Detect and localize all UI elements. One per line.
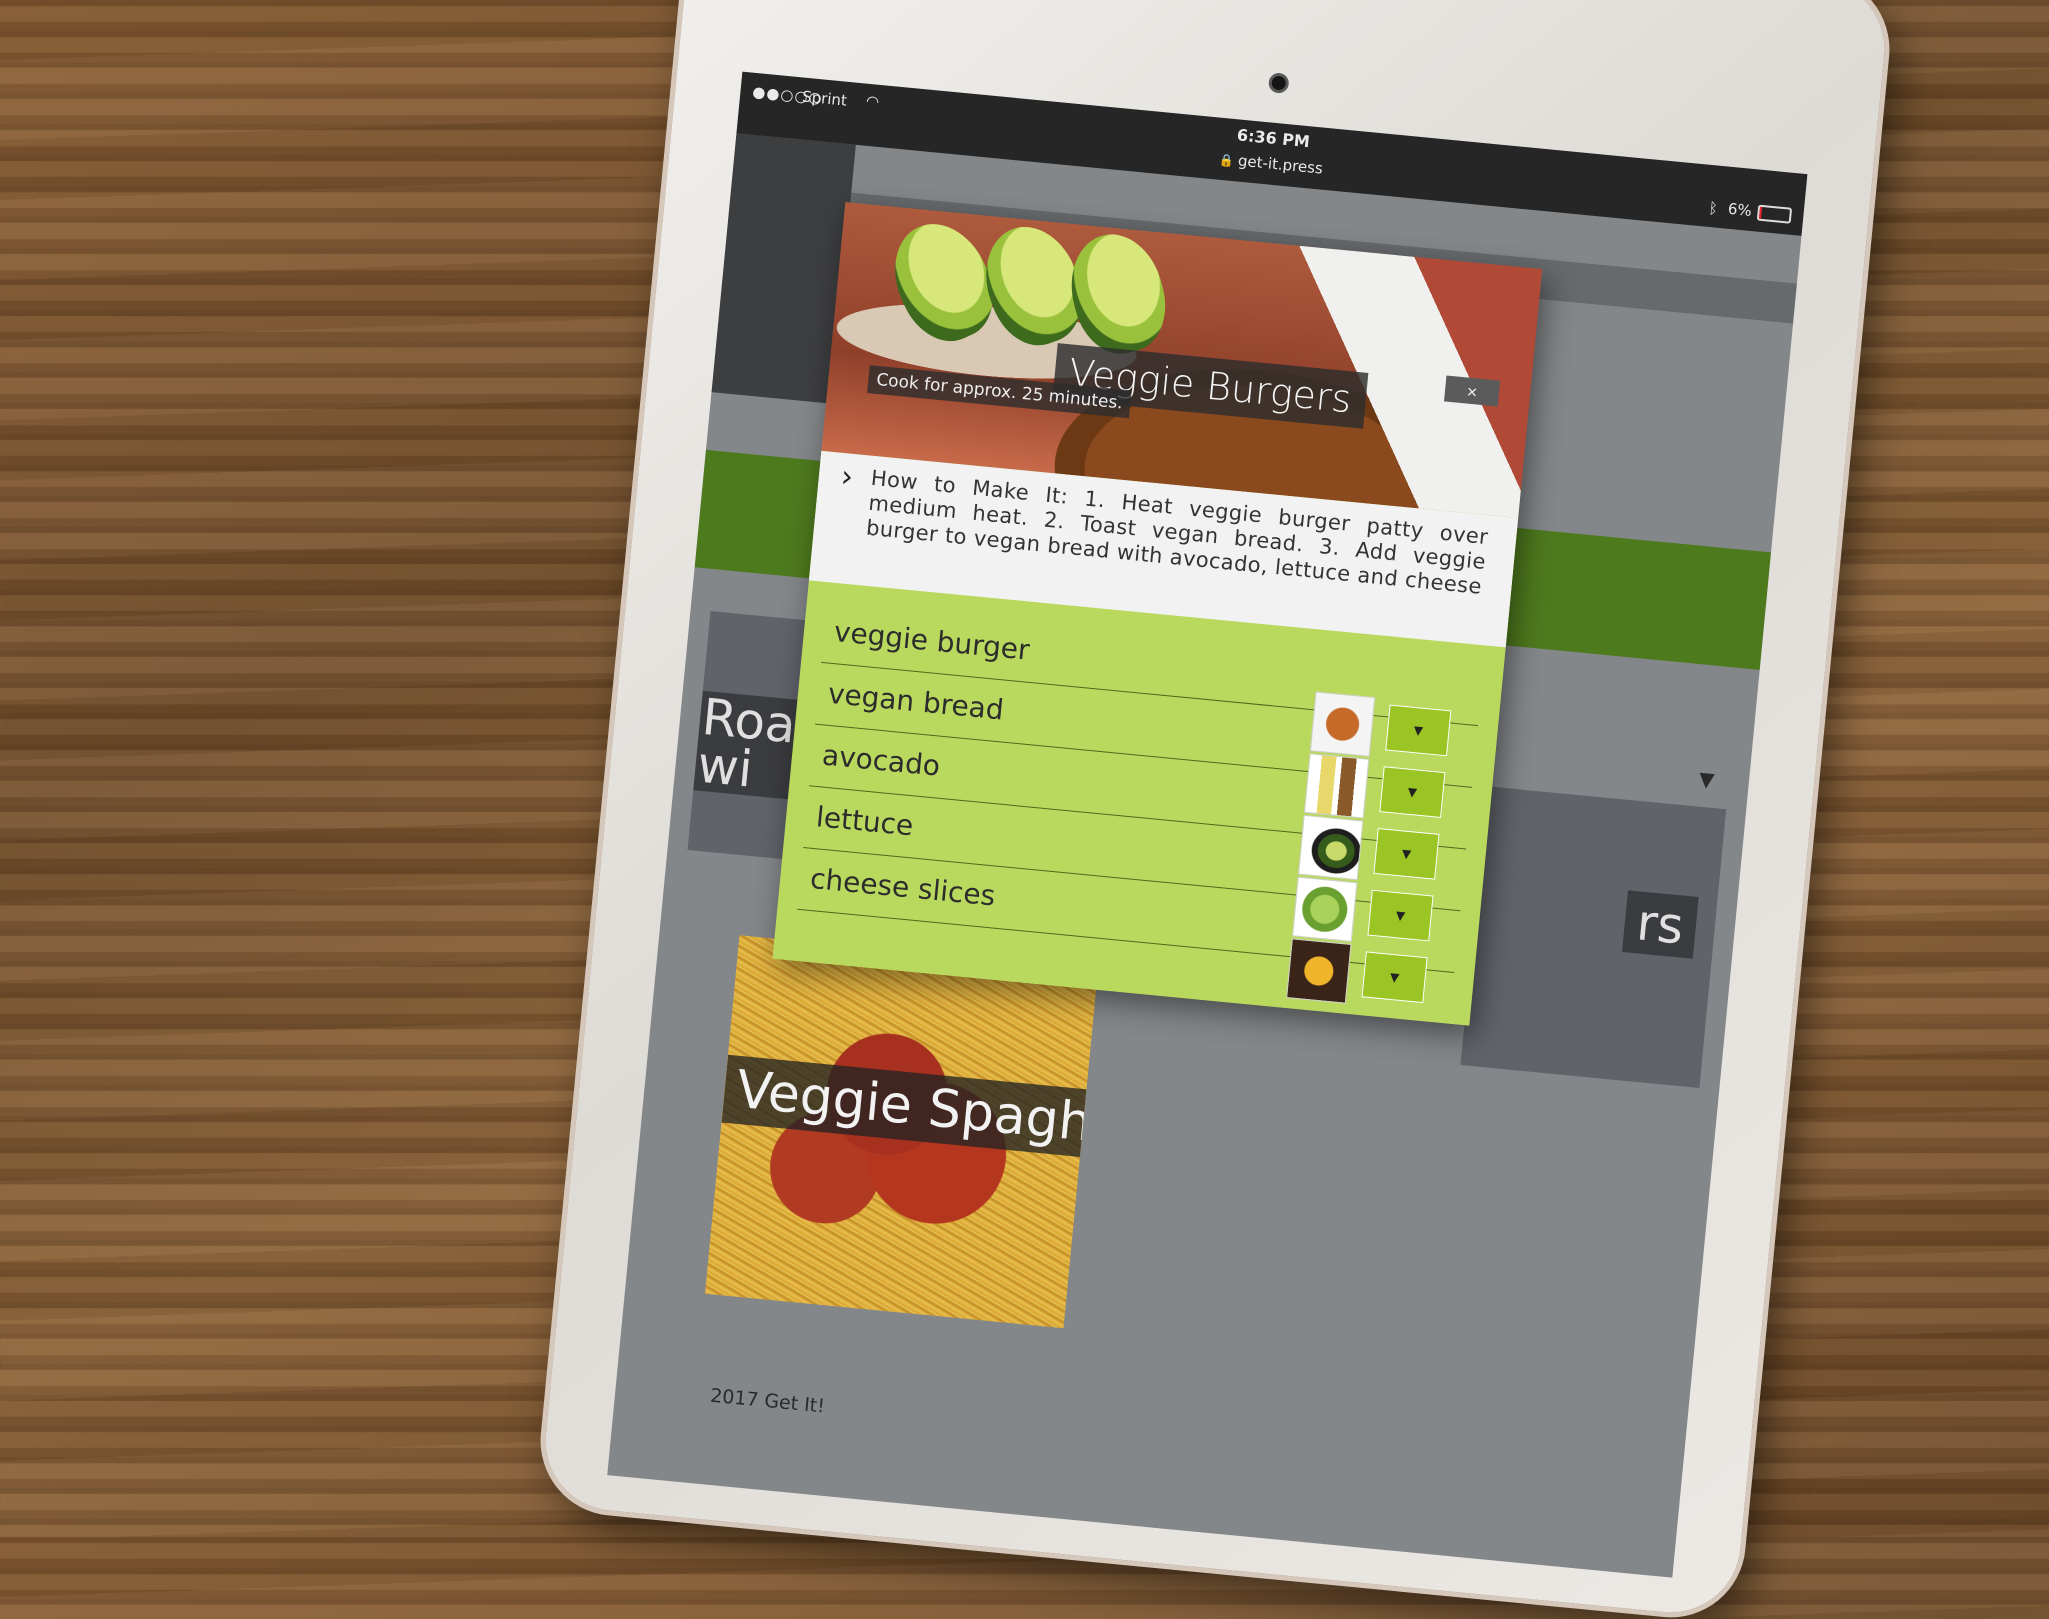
battery-percent: 6% (1727, 199, 1753, 220)
bg-card-right-dropdown-icon[interactable]: ▼ (1698, 767, 1716, 792)
ingredient-dropdown-button[interactable]: ▼ (1361, 951, 1428, 1004)
avocado-slice-decoration (1059, 224, 1177, 363)
ingredient-dropdown-button[interactable]: ▼ (1385, 704, 1452, 757)
recipe-body: › How to Make It: 1. Heat veggie burger … (772, 450, 1519, 1026)
ingredient-name: avocado (820, 738, 942, 783)
cheese-slices-image (1286, 938, 1352, 1004)
avocado-image (1297, 814, 1364, 881)
ingredient-name: cheese slices (808, 861, 997, 913)
bg-card-spaghetti[interactable]: Veggie Spaghetti (705, 935, 1098, 1329)
front-camera (1271, 75, 1287, 91)
ingredient-name: lettuce (814, 800, 915, 843)
close-button[interactable]: × (1443, 375, 1501, 407)
ingredient-dropdown-button[interactable]: ▼ (1379, 766, 1446, 819)
tablet-device: Roa wi rs ▼ Veggie Spaghetti ▼ 2017 Get … (539, 0, 1891, 1619)
lettuce-image (1292, 876, 1358, 943)
ingredient-dropdown-button[interactable]: ▼ (1367, 889, 1434, 942)
ingredient-name: vegan bread (826, 676, 1006, 727)
ingredient-dropdown-button[interactable]: ▼ (1373, 827, 1440, 880)
bg-card-right[interactable]: rs (1460, 786, 1727, 1089)
footer-copyright: 2017 Get It! (709, 1384, 826, 1418)
spaghetti-card-title: Veggie Spaghetti (721, 1054, 1098, 1168)
oil-bottle-image (1303, 753, 1370, 819)
status-time: 6:36 PM (1236, 125, 1311, 152)
burger-patty-image (1309, 691, 1376, 757)
battery-icon (1756, 204, 1793, 224)
bg-card-right-label: rs (1622, 890, 1699, 959)
page-url: get-it.press (1237, 151, 1324, 178)
lock-icon: 🔒 (1218, 152, 1235, 169)
recipe-title: Veggie Burgers (1052, 343, 1368, 429)
chevron-right-icon[interactable]: › (839, 459, 854, 495)
bluetooth-icon: ᛒ (1707, 198, 1719, 218)
screen: Roa wi rs ▼ Veggie Spaghetti ▼ 2017 Get … (607, 71, 1808, 1578)
ingredient-name: veggie burger (832, 615, 1032, 667)
recipe-modal: Veggie Burgers Cook for approx. 25 minut… (772, 202, 1543, 1026)
